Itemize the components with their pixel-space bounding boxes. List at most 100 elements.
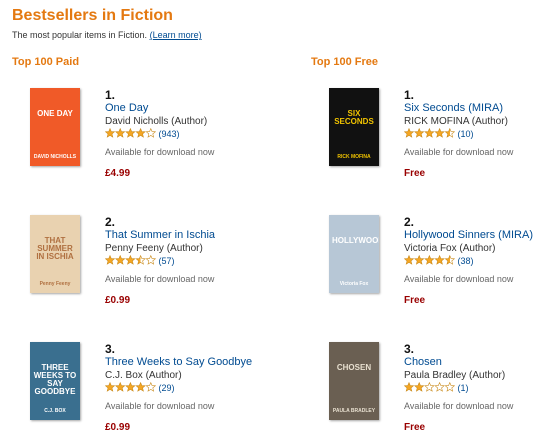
review-count-link[interactable]: (57)	[159, 256, 175, 266]
stars-icon[interactable]	[105, 255, 156, 265]
star-icon	[424, 128, 435, 138]
availability-text: Available for download now	[105, 147, 215, 157]
top-100-free-heading[interactable]: Top 100 Free	[311, 56, 378, 68]
book-cover-image[interactable]: SIX SECONDS RICK MOFINA	[329, 88, 379, 166]
rating-row: (38)	[404, 255, 540, 268]
book-author: Penny Feeny (Author)	[105, 243, 203, 254]
star-icon	[105, 255, 116, 265]
price: £4.99	[105, 168, 131, 179]
top-100-paid-heading[interactable]: Top 100 Paid	[12, 56, 79, 68]
availability-text: Available for download now	[105, 401, 215, 411]
book-info: 3. Chosen Paula Bradley (Author) (1) Availa…	[404, 342, 540, 434]
review-count-link[interactable]: (10)	[458, 129, 474, 139]
star-icon	[434, 255, 445, 265]
star-icon	[135, 255, 146, 265]
book-cover-image[interactable]: HOLLYWOOD Victoria Fox	[329, 215, 379, 293]
rank-number: 3.	[404, 342, 415, 356]
rating-row: (29)	[105, 382, 275, 395]
star-icon	[424, 255, 435, 265]
book-title-link[interactable]: Hollywood Sinners (MIRA)	[404, 229, 540, 242]
cover-author-text: RICK MOFINA	[337, 154, 371, 160]
book-info: 3. Three Weeks to Say Goodbye C.J. Box (Au…	[105, 342, 275, 434]
book-author: Victoria Fox (Author)	[404, 243, 496, 254]
stars-icon[interactable]	[105, 382, 156, 392]
price: Free	[404, 168, 426, 179]
book-author: David Nicholls (Author)	[105, 116, 208, 127]
stars-icon[interactable]	[404, 128, 455, 138]
rating-row: (943)	[105, 128, 275, 141]
availability-text: Available for download now	[404, 401, 514, 411]
book-author: Paula Bradley (Author)	[404, 370, 506, 381]
star-icon	[444, 382, 455, 392]
availability-text: Available for download now	[105, 274, 215, 284]
cover-author-text: Victoria Fox	[339, 281, 369, 287]
price: Free	[404, 295, 426, 306]
book-author: C.J. Box (Author)	[105, 370, 182, 381]
paid-list-item: THREE WEEKS TO SAY GOODBYE C.J. BOX 3. Thre…	[30, 342, 260, 447]
price: Free	[404, 422, 426, 433]
star-icon	[434, 128, 445, 138]
rank-number: 1.	[105, 88, 116, 102]
stars-icon[interactable]	[404, 255, 455, 265]
star-icon	[424, 382, 435, 392]
page-title: Bestsellers in Fiction	[12, 7, 173, 24]
learn-more-link[interactable]: (Learn more)	[150, 30, 202, 40]
book-title-link[interactable]: That Summer in Ischia	[105, 229, 275, 242]
page-subtitle: The most popular items in Fiction. (Lear…	[12, 30, 202, 40]
rank-number: 1.	[404, 88, 415, 102]
star-icon	[135, 128, 146, 138]
star-icon	[105, 382, 116, 392]
stars-icon[interactable]	[404, 382, 455, 392]
review-count-link[interactable]: (1)	[458, 383, 469, 393]
cover-author-text: Penny Feeny	[39, 281, 71, 287]
price: £0.99	[105, 422, 131, 433]
cover-title-text: SIX SECONDS	[334, 109, 374, 126]
star-rating-icon	[404, 382, 455, 392]
star-icon	[413, 128, 425, 138]
star-icon	[114, 128, 126, 138]
cover-author-text: DAVID NICHOLLS	[33, 154, 77, 160]
star-icon	[404, 128, 415, 138]
book-title-link[interactable]: Six Seconds (MIRA)	[404, 102, 540, 115]
star-rating-icon	[404, 128, 455, 138]
book-info: 2. Hollywood Sinners (MIRA) Victoria Fox (…	[404, 215, 540, 307]
star-icon	[114, 255, 126, 265]
star-icon	[444, 128, 455, 138]
rating-row: (57)	[105, 255, 275, 268]
cover-title-text: THREE WEEKS TO SAY GOODBYE	[33, 363, 77, 396]
paid-list-item: ONE DAY DAVID NICHOLLS 1. One Day David Nich…	[30, 88, 260, 198]
star-rating-icon	[105, 255, 156, 265]
paid-list-item: THAT SUMMER IN ISCHIA Penny Feeny 2. That S…	[30, 215, 260, 325]
star-rating-icon	[105, 128, 156, 138]
review-count-link[interactable]: (29)	[159, 383, 175, 393]
cover-title-text: CHOSEN	[336, 363, 372, 372]
free-list-item: CHOSEN PAULA BRADLEY 3. Chosen Paula Bradley…	[329, 342, 540, 447]
book-title-link[interactable]: One Day	[105, 102, 275, 115]
star-icon	[125, 255, 136, 265]
rating-row: (1)	[404, 382, 540, 395]
star-icon	[444, 255, 455, 265]
star-icon	[413, 382, 425, 392]
subtitle-text: The most popular items in Fiction.	[12, 30, 148, 40]
book-cover-image[interactable]: THAT SUMMER IN ISCHIA Penny Feeny	[30, 215, 80, 293]
book-cover-image[interactable]: THREE WEEKS TO SAY GOODBYE C.J. BOX	[30, 342, 80, 420]
star-icon	[434, 382, 445, 392]
stars-icon[interactable]	[105, 128, 156, 138]
star-icon	[125, 382, 136, 392]
star-icon	[404, 382, 415, 392]
review-count-link[interactable]: (38)	[458, 256, 474, 266]
book-info: 1. One Day David Nicholls (Author) (943) Av…	[105, 88, 275, 180]
book-cover-image[interactable]: CHOSEN PAULA BRADLEY	[329, 342, 379, 420]
star-rating-icon	[105, 382, 156, 392]
star-icon	[145, 128, 156, 138]
star-icon	[105, 128, 116, 138]
review-count-link[interactable]: (943)	[159, 129, 180, 139]
book-title-link[interactable]: Three Weeks to Say Goodbye	[105, 356, 275, 369]
rank-number: 3.	[105, 342, 116, 356]
cover-author-text: PAULA BRADLEY	[332, 408, 376, 414]
free-list-item: HOLLYWOOD Victoria Fox 2. Hollywood Sinners…	[329, 215, 540, 325]
book-cover-image[interactable]: ONE DAY DAVID NICHOLLS	[30, 88, 80, 166]
star-icon	[125, 128, 136, 138]
book-title-link[interactable]: Chosen	[404, 356, 540, 369]
book-info: 2. That Summer in Ischia Penny Feeny (Auth…	[105, 215, 275, 307]
